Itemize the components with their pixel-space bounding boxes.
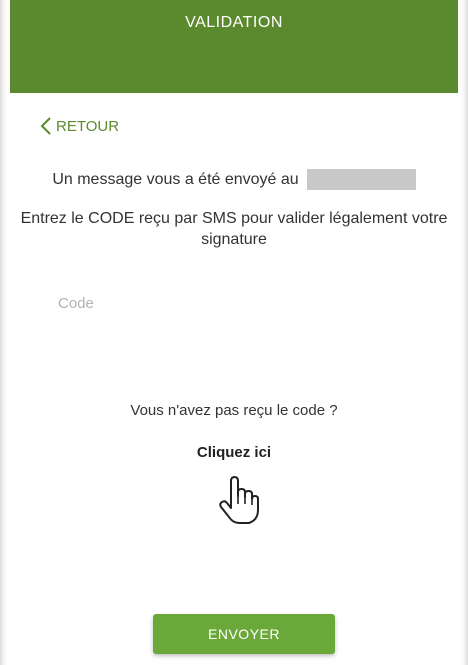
code-not-received-text: Vous n'avez pas reçu le code ? — [130, 402, 338, 419]
sms-sent-text: Un message vous a été envoyé au — [52, 170, 299, 188]
redacted-phone-number — [306, 169, 416, 190]
resend-code-link[interactable]: Cliquez ici — [0, 444, 468, 461]
back-link[interactable]: RETOUR — [40, 116, 119, 136]
submit-button[interactable]: ENVOYER — [153, 614, 335, 654]
code-input[interactable] — [58, 288, 418, 318]
chevron-left-icon — [40, 117, 51, 135]
header-bar: VALIDATION — [10, 0, 458, 93]
page-title: VALIDATION — [185, 14, 283, 31]
hand-pointer-icon — [219, 476, 259, 524]
back-label: RETOUR — [56, 117, 120, 135]
validation-screen: VALIDATION RETOUR Un message vous a été … — [0, 0, 468, 665]
sms-sent-message: Un message vous a été envoyé au — [0, 169, 468, 190]
instruction-text: Entrez le CODE reçu par SMS pour valider… — [20, 210, 448, 248]
